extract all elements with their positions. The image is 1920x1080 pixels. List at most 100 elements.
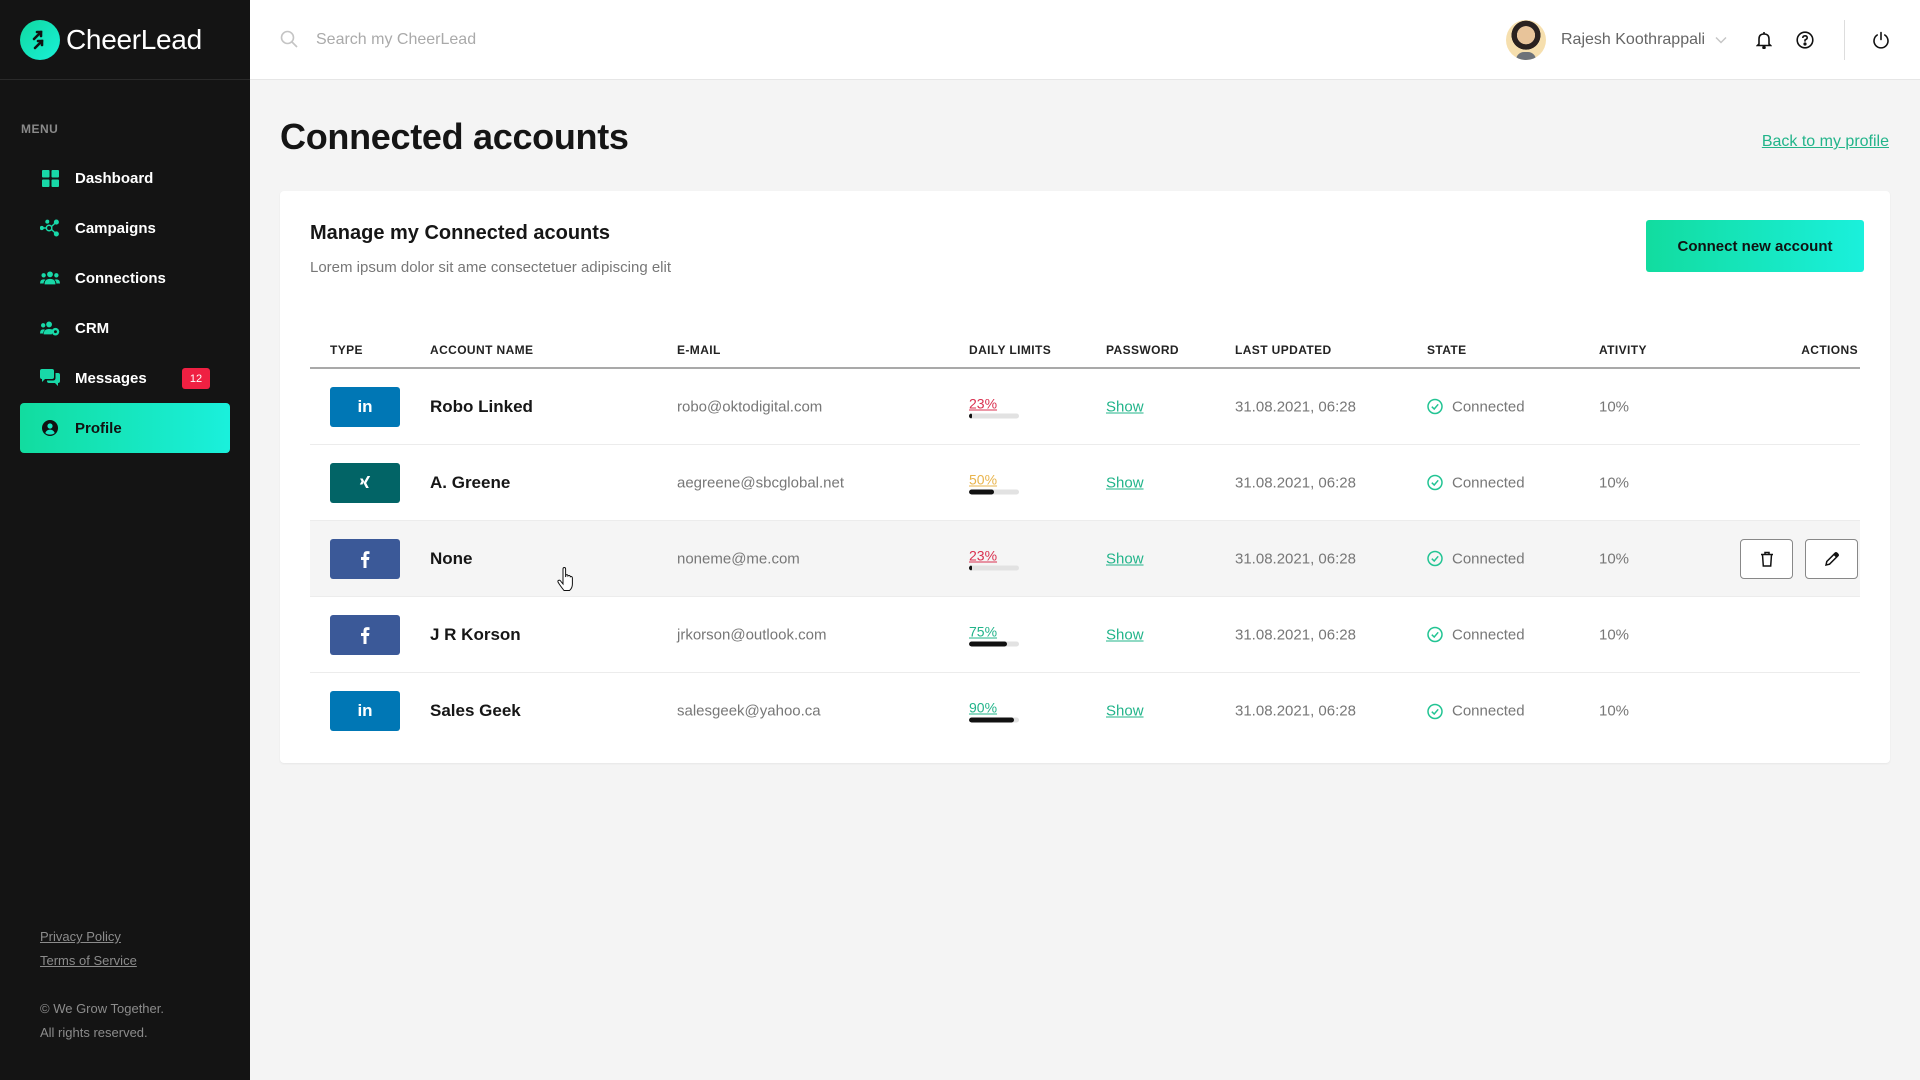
account-email: jrkorson@outlook.com	[677, 626, 827, 643]
sidebar-item-label: Campaigns	[75, 219, 156, 237]
privacy-policy-link[interactable]: Privacy Policy	[40, 925, 164, 949]
sidebar-item-campaigns[interactable]: Campaigns	[20, 203, 230, 253]
header-divider	[1844, 20, 1845, 60]
logo-arrows-icon	[20, 20, 60, 60]
check-circle-icon	[1427, 550, 1443, 567]
last-updated: 31.08.2021, 06:28	[1235, 626, 1356, 643]
dashboard-grid-icon	[40, 168, 60, 188]
show-password-link[interactable]: Show	[1106, 550, 1144, 567]
bell-icon[interactable]	[1754, 30, 1774, 50]
account-email: noneme@me.com	[677, 550, 800, 567]
campaigns-network-icon	[40, 218, 60, 238]
column-header-password: PASSWORD	[1106, 343, 1179, 357]
column-header-email: E-MAIL	[677, 343, 721, 357]
logo[interactable]: CheerLead	[20, 20, 202, 60]
daily-limit-bar-fill	[969, 717, 1014, 723]
power-logout-icon[interactable]	[1871, 30, 1891, 50]
table-row-4[interactable]: J R Korson jrkorson@outlook.com 75% Show…	[310, 597, 1860, 673]
daily-limit-bar	[969, 413, 1019, 418]
sidebar-footer: Privacy Policy Terms of Service © We Gro…	[40, 925, 164, 1045]
sidebar-nav: Dashboard Campaigns Connections CRM Mess…	[20, 153, 230, 453]
daily-limit-value[interactable]: 23%	[969, 395, 1021, 411]
delete-button[interactable]	[1740, 538, 1793, 579]
back-to-profile-link[interactable]: Back to my profile	[1762, 133, 1889, 151]
account-email: aegreene@sbcglobal.net	[677, 474, 845, 491]
show-password-link[interactable]: Show	[1106, 398, 1144, 415]
check-circle-icon	[1427, 626, 1443, 643]
account-name: Robo Linked	[430, 396, 533, 416]
sidebar: CheerLead MENU Dashboard Campaigns Conne…	[0, 0, 250, 1080]
activity-value: 10%	[1599, 702, 1630, 720]
state-text: Connected	[1452, 550, 1525, 567]
column-header-actions: ACTIONS	[1801, 343, 1858, 357]
column-header-type: TYPE	[330, 343, 363, 357]
copyright-line-2: All rights reserved.	[40, 1025, 148, 1040]
column-header-state: STATE	[1427, 343, 1467, 357]
sidebar-item-profile[interactable]: Profile	[20, 403, 230, 453]
column-header-activity: ATIVITY	[1599, 343, 1647, 357]
top-header: Rajesh Koothrappali	[250, 0, 1920, 80]
daily-limit-value[interactable]: 50%	[969, 471, 1021, 487]
user-menu[interactable]: Rajesh Koothrappali	[1506, 20, 1727, 60]
sidebar-item-dashboard[interactable]: Dashboard	[20, 153, 230, 203]
edit-button[interactable]	[1805, 538, 1858, 579]
account-email: robo@oktodigital.com	[677, 398, 823, 415]
account-name: A. Greene	[430, 472, 511, 492]
help-icon[interactable]	[1795, 30, 1815, 50]
facebook-icon	[330, 614, 400, 655]
linkedin-icon: in	[330, 386, 400, 427]
daily-limit-value[interactable]: 75%	[969, 623, 1021, 639]
daily-limit-bar-fill	[969, 413, 972, 418]
hand-cursor-icon	[557, 566, 577, 598]
daily-limit-bar	[969, 641, 1019, 646]
sidebar-item-connections[interactable]: Connections	[20, 253, 230, 303]
activity-value: 10%	[1599, 398, 1630, 415]
sidebar-item-label: Profile	[75, 419, 122, 437]
terms-of-service-link[interactable]: Terms of Service	[40, 949, 164, 973]
sidebar-item-label: CRM	[75, 319, 110, 337]
linkedin-icon: in	[330, 691, 400, 731]
page-title: Connected accounts	[280, 116, 629, 157]
daily-limit-value[interactable]: 23%	[969, 547, 1021, 563]
row-actions	[1740, 538, 1858, 579]
connected-accounts-card: Manage my Connected acounts Lorem ipsum …	[280, 191, 1890, 763]
connect-new-account-button[interactable]: Connect new account	[1646, 220, 1864, 272]
check-circle-icon	[1427, 398, 1443, 415]
connection-state: Connected	[1427, 626, 1525, 643]
connection-state: Connected	[1427, 703, 1525, 720]
copyright-line-1: © We Grow Together.	[40, 1001, 164, 1016]
check-circle-icon	[1427, 474, 1443, 491]
table-row-5[interactable]: in Sales Geek salesgeek@yahoo.ca 90% Sho…	[310, 673, 1860, 749]
daily-limit-bar-fill	[969, 489, 994, 494]
show-password-link[interactable]: Show	[1106, 474, 1144, 491]
daily-limit-value[interactable]: 90%	[969, 700, 1021, 716]
account-name: J R Korson	[430, 624, 521, 644]
sidebar-item-label: Connections	[75, 269, 166, 287]
table-row-1[interactable]: in Robo Linked robo@oktodigital.com 23% …	[310, 369, 1860, 445]
account-name: None	[430, 548, 473, 568]
search-input[interactable]	[316, 26, 716, 54]
chevron-down-icon	[1715, 31, 1727, 49]
sidebar-item-crm[interactable]: CRM	[20, 303, 230, 353]
account-name: Sales Geek	[430, 701, 521, 720]
connection-state: Connected	[1427, 474, 1525, 491]
search-icon	[280, 30, 298, 53]
show-password-link[interactable]: Show	[1106, 626, 1144, 643]
profile-user-icon	[40, 418, 60, 438]
logo-text: CheerLead	[66, 24, 202, 55]
table-row-3[interactable]: None noneme@me.com 23% Show 31.08.2021, …	[310, 521, 1860, 597]
table-row-2[interactable]: A. Greene aegreene@sbcglobal.net 50% Sho…	[310, 445, 1860, 521]
column-header-last-updated: LAST UPDATED	[1235, 343, 1332, 357]
last-updated: 31.08.2021, 06:28	[1235, 474, 1356, 491]
card-subtitle: Lorem ipsum dolor sit ame consectetuer a…	[310, 259, 672, 276]
daily-limit-bar	[969, 565, 1019, 570]
account-email: salesgeek@yahoo.ca	[677, 702, 821, 720]
sidebar-item-messages[interactable]: Messages 12	[20, 353, 230, 403]
state-text: Connected	[1452, 398, 1525, 415]
table-header: TYPE ACCOUNT NAME E-MAIL DAILY LIMITS PA…	[310, 331, 1860, 369]
menu-label: MENU	[21, 122, 59, 136]
show-password-link[interactable]: Show	[1106, 703, 1144, 720]
connection-state: Connected	[1427, 398, 1525, 415]
activity-value: 10%	[1599, 474, 1630, 491]
card-title: Manage my Connected acounts	[310, 222, 611, 244]
